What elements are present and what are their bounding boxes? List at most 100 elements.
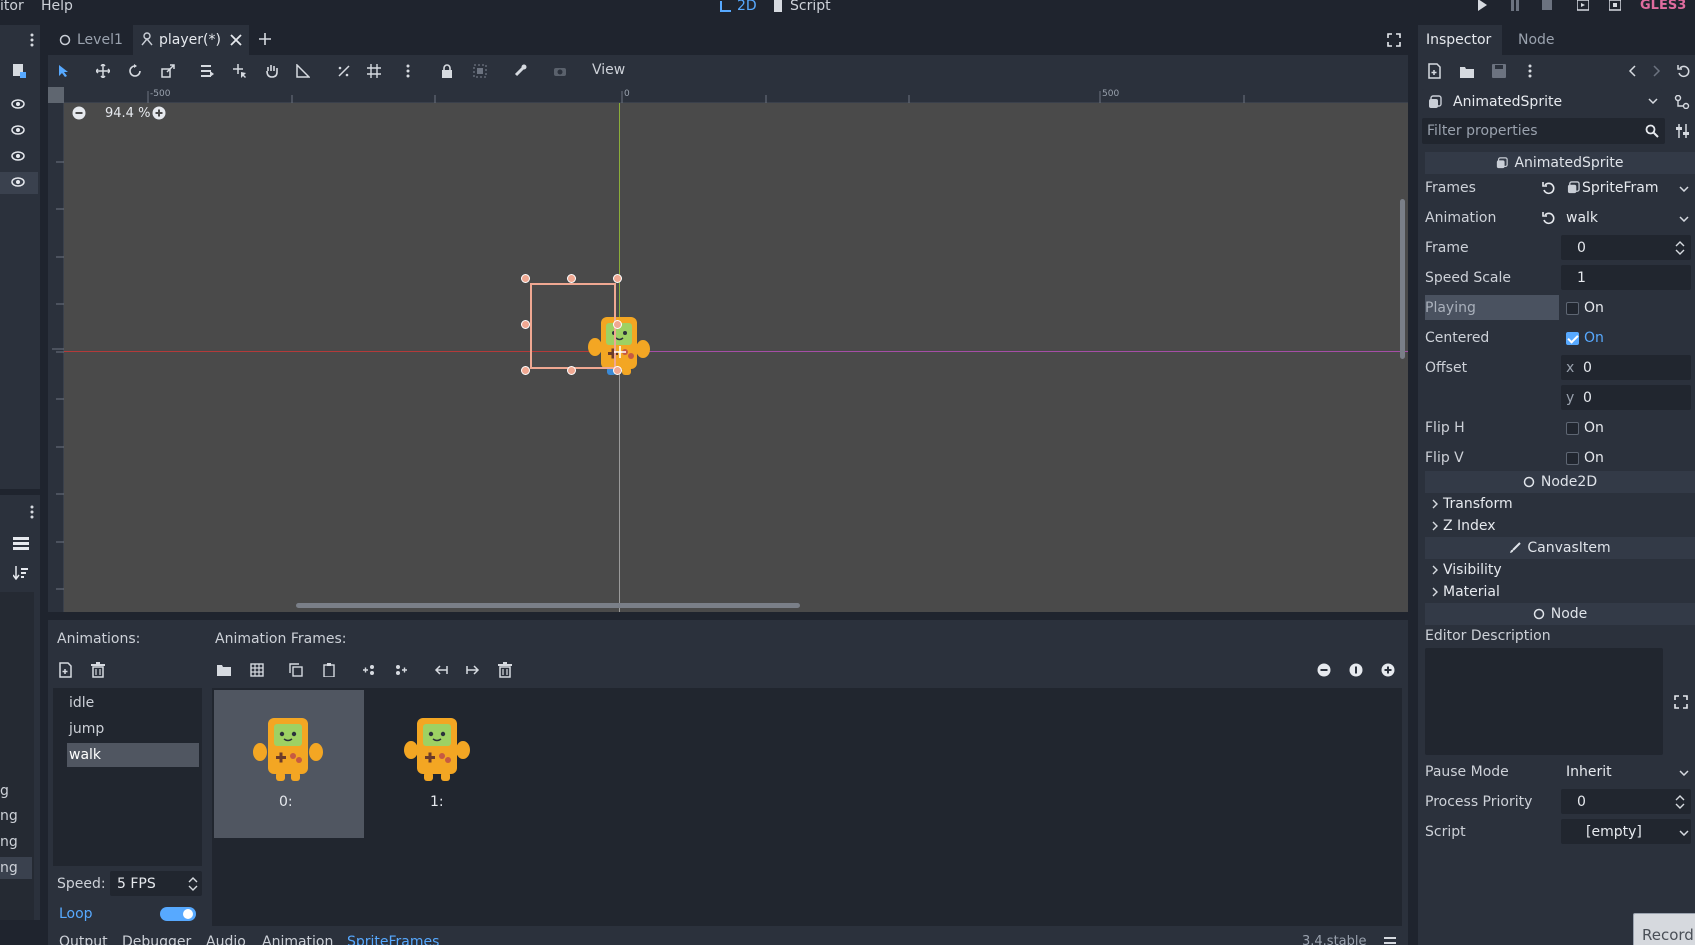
move-frame-right-icon[interactable] xyxy=(465,662,481,678)
add-from-sheet-icon[interactable] xyxy=(249,662,265,678)
prop-process-priority-value[interactable]: 0 xyxy=(1577,795,1586,809)
dock-menu-icon[interactable] xyxy=(26,32,38,48)
group-icon[interactable] xyxy=(472,63,488,79)
prop-offset-x-field[interactable] xyxy=(1561,355,1691,380)
prop-flip-h-value[interactable]: On xyxy=(1584,421,1604,435)
prop-animation-value[interactable]: walk xyxy=(1566,211,1598,225)
snap-options-icon[interactable] xyxy=(402,63,414,79)
visibility-eye-icon[interactable] xyxy=(10,97,26,111)
chevron-right-icon[interactable] xyxy=(1430,586,1440,598)
section-animated-sprite[interactable]: AnimatedSprite xyxy=(1425,152,1695,174)
zoom-level[interactable]: 94.4 % xyxy=(105,107,150,120)
copy-frame-icon[interactable] xyxy=(288,662,304,678)
bone-icon[interactable] xyxy=(512,63,528,79)
bottom-panel-splitter[interactable] xyxy=(48,612,1408,620)
visibility-eye-icon[interactable] xyxy=(10,149,26,163)
prop-playing-checkbox[interactable] xyxy=(1566,302,1579,315)
section-node[interactable]: Node xyxy=(1425,603,1695,625)
grid-snap-icon[interactable] xyxy=(366,63,382,79)
open-resource-icon[interactable] xyxy=(1459,64,1475,80)
menu-help[interactable]: Help xyxy=(41,0,73,13)
pivot-tool-icon[interactable] xyxy=(232,63,248,79)
chevron-right-icon[interactable] xyxy=(1430,520,1440,532)
history-forward-icon[interactable] xyxy=(1650,63,1664,79)
resize-handle[interactable] xyxy=(613,366,622,375)
script-mode-button[interactable]: Script xyxy=(790,0,831,13)
left-dock-item[interactable]: ng xyxy=(0,861,18,875)
add-tab-icon[interactable] xyxy=(257,31,273,47)
chevron-down-icon[interactable] xyxy=(1678,767,1690,779)
move-tool-icon[interactable] xyxy=(95,63,111,79)
new-animation-icon[interactable] xyxy=(58,661,74,679)
animation-item[interactable]: walk xyxy=(69,748,101,762)
object-history-icon[interactable] xyxy=(1676,63,1692,79)
prop-playing-value[interactable]: On xyxy=(1584,301,1604,315)
renderer-label[interactable]: GLES3 xyxy=(1640,0,1686,12)
spinbox-arrows-icon[interactable] xyxy=(187,876,199,892)
node-tree-icon[interactable] xyxy=(1673,94,1691,110)
section-canvas-item[interactable]: CanvasItem xyxy=(1425,537,1695,559)
animation-item[interactable]: idle xyxy=(69,696,94,710)
resize-handle[interactable] xyxy=(613,320,622,329)
spinbox-arrows-icon[interactable] xyxy=(1674,240,1686,256)
select-tool-icon[interactable] xyxy=(56,63,72,79)
zoom-in-icon[interactable] xyxy=(151,105,167,121)
frames-zoom-out-icon[interactable] xyxy=(1316,662,1332,678)
pan-tool-icon[interactable] xyxy=(264,63,280,79)
smart-snap-icon[interactable] xyxy=(336,63,352,79)
history-back-icon[interactable] xyxy=(1625,63,1639,79)
menu-editor[interactable]: itor xyxy=(0,0,24,13)
speed-value[interactable]: 5 FPS xyxy=(117,877,156,891)
move-frame-left-icon[interactable] xyxy=(433,662,449,678)
resize-handle[interactable] xyxy=(567,274,576,283)
frame-thumbnail[interactable] xyxy=(246,712,330,788)
prop-script-value[interactable]: [empty] xyxy=(1586,825,1642,839)
chevron-right-icon[interactable] xyxy=(1430,498,1440,510)
expand-text-icon[interactable] xyxy=(1673,694,1689,710)
tab-player[interactable]: player(*) xyxy=(159,33,221,47)
chevron-down-icon[interactable] xyxy=(1678,183,1690,195)
play-scene-icon[interactable] xyxy=(1576,0,1590,12)
load-frames-icon[interactable] xyxy=(216,662,232,678)
attach-script-icon[interactable] xyxy=(11,63,27,79)
bottom-tab-animation[interactable]: Animation xyxy=(262,935,333,945)
node-selector-label[interactable]: AnimatedSprite xyxy=(1453,95,1562,109)
pause-icon[interactable] xyxy=(1508,0,1522,12)
group-z-index[interactable]: Z Index xyxy=(1443,519,1496,533)
prop-offset-y-field[interactable] xyxy=(1561,385,1691,410)
prop-centered-checkbox[interactable] xyxy=(1566,332,1579,345)
insert-empty-before-icon[interactable] xyxy=(361,662,377,678)
property-tools-icon[interactable] xyxy=(1675,123,1693,139)
tab-inspector[interactable]: Inspector xyxy=(1426,33,1491,47)
left-dock-item[interactable]: ng xyxy=(0,835,18,849)
spinbox-arrows-icon[interactable] xyxy=(1674,794,1686,810)
prop-frames-value[interactable]: SpriteFram xyxy=(1582,181,1659,195)
prop-offset-y-value[interactable]: 0 xyxy=(1583,391,1592,405)
list-view-icon[interactable] xyxy=(12,535,30,551)
left-dock-item[interactable]: ng xyxy=(0,809,18,823)
camera-override-icon[interactable] xyxy=(552,63,568,79)
prop-offset-x-value[interactable]: 0 xyxy=(1583,361,1592,375)
ruler-tool-icon[interactable] xyxy=(295,63,311,79)
play-custom-scene-icon[interactable] xyxy=(1608,0,1622,12)
visibility-eye-icon[interactable] xyxy=(10,175,26,189)
play-icon[interactable] xyxy=(1475,0,1489,12)
bottom-tab-debugger[interactable]: Debugger xyxy=(122,935,191,945)
resize-handle[interactable] xyxy=(521,274,530,283)
bottom-tab-spriteframes[interactable]: SpriteFrames xyxy=(347,935,439,945)
revert-icon[interactable] xyxy=(1541,210,1557,226)
group-transform[interactable]: Transform xyxy=(1443,497,1513,511)
prop-frame-value[interactable]: 0 xyxy=(1577,241,1586,255)
visibility-eye-icon[interactable] xyxy=(10,123,26,137)
expand-panel-icon[interactable] xyxy=(1383,936,1397,945)
dock-menu-icon[interactable] xyxy=(26,504,38,520)
new-resource-icon[interactable] xyxy=(1427,63,1443,79)
close-tab-icon[interactable] xyxy=(228,32,244,48)
resize-handle[interactable] xyxy=(613,274,622,283)
2d-mode-button[interactable]: 2D xyxy=(737,0,757,13)
chevron-right-icon[interactable] xyxy=(1430,564,1440,576)
frames-zoom-reset-icon[interactable] xyxy=(1348,662,1364,678)
resize-handle[interactable] xyxy=(567,366,576,375)
filter-properties-input[interactable]: Filter properties xyxy=(1427,124,1538,138)
inspector-menu-icon[interactable] xyxy=(1524,63,1536,79)
